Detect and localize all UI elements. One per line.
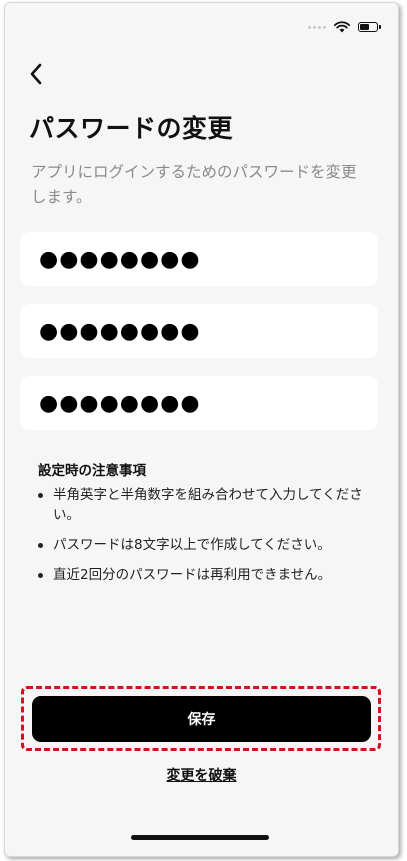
note-item: パスワードは8文字以上で作成してください。 bbox=[35, 535, 365, 555]
chevron-left-icon bbox=[30, 63, 42, 85]
page-title: パスワードの変更 bbox=[29, 114, 234, 143]
signal-icon bbox=[308, 25, 326, 29]
battery-icon bbox=[358, 22, 381, 32]
phone-screen: パスワードの変更 アプリにログインするためのパスワードを変更します。 ●●●●●… bbox=[4, 2, 399, 857]
current-password-field[interactable]: ●●●●●●●● bbox=[20, 232, 378, 286]
wifi-icon bbox=[334, 21, 350, 33]
confirm-password-field[interactable]: ●●●●●●●● bbox=[20, 376, 378, 430]
new-password-field[interactable]: ●●●●●●●● bbox=[20, 304, 378, 358]
notes-list: 半角英字と半角数字を組み合わせて入力してください。 パスワードは8文字以上で作成… bbox=[35, 485, 365, 595]
status-bar bbox=[308, 21, 381, 33]
discard-changes-link[interactable]: 変更を破棄 bbox=[5, 765, 398, 785]
back-button[interactable] bbox=[21, 59, 51, 89]
notes-title: 設定時の注意事項 bbox=[38, 463, 146, 479]
home-indicator bbox=[131, 835, 269, 840]
note-item: 半角英字と半角数字を組み合わせて入力してください。 bbox=[35, 485, 365, 525]
page-description: アプリにログインするためのパスワードを変更します。 bbox=[31, 163, 357, 206]
note-item: 直近2回分のパスワードは再利用できません。 bbox=[35, 565, 365, 585]
save-button[interactable]: 保存 bbox=[32, 696, 371, 742]
